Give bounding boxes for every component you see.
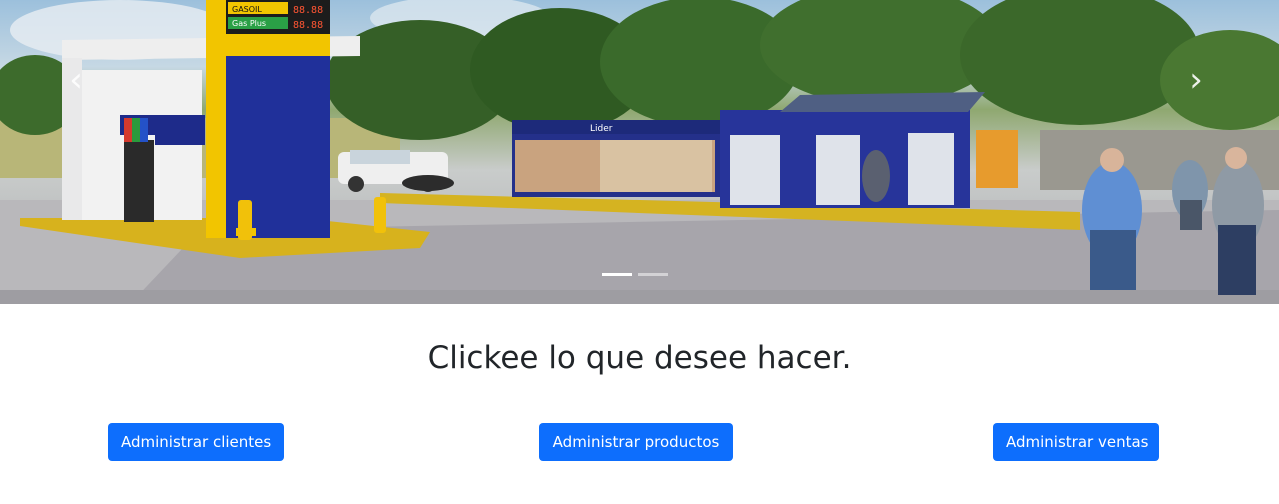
- chevron-left-icon: ‹: [69, 60, 83, 100]
- fuel-price-2: 88.88: [293, 20, 323, 31]
- fuel-label-2: Gas Plus: [232, 19, 266, 28]
- fuel-label-1: GASOIL: [232, 5, 262, 14]
- manage-sales-button[interactable]: Administrar ventas: [993, 423, 1159, 461]
- hero-carousel: Lider GASOIL 88.88 Gas Plus 88.88 ‹ ›: [0, 0, 1279, 304]
- manage-clients-button[interactable]: Administrar clientes: [108, 423, 284, 461]
- carousel-indicator-1[interactable]: [602, 273, 632, 276]
- page-heading: Clickee lo que desee hacer.: [427, 340, 852, 376]
- manage-products-button[interactable]: Administrar productos: [539, 423, 733, 461]
- store-sign: Lider: [590, 124, 613, 134]
- carousel-indicators: [602, 273, 668, 276]
- carousel-prev-button[interactable]: ‹: [58, 60, 94, 100]
- carousel-image: Lider GASOIL 88.88 Gas Plus 88.88: [0, 0, 1279, 304]
- chevron-right-icon: ›: [1189, 60, 1203, 100]
- fuel-price-1: 88.88: [293, 5, 323, 16]
- carousel-next-button[interactable]: ›: [1178, 60, 1214, 100]
- carousel-indicator-2[interactable]: [638, 273, 668, 276]
